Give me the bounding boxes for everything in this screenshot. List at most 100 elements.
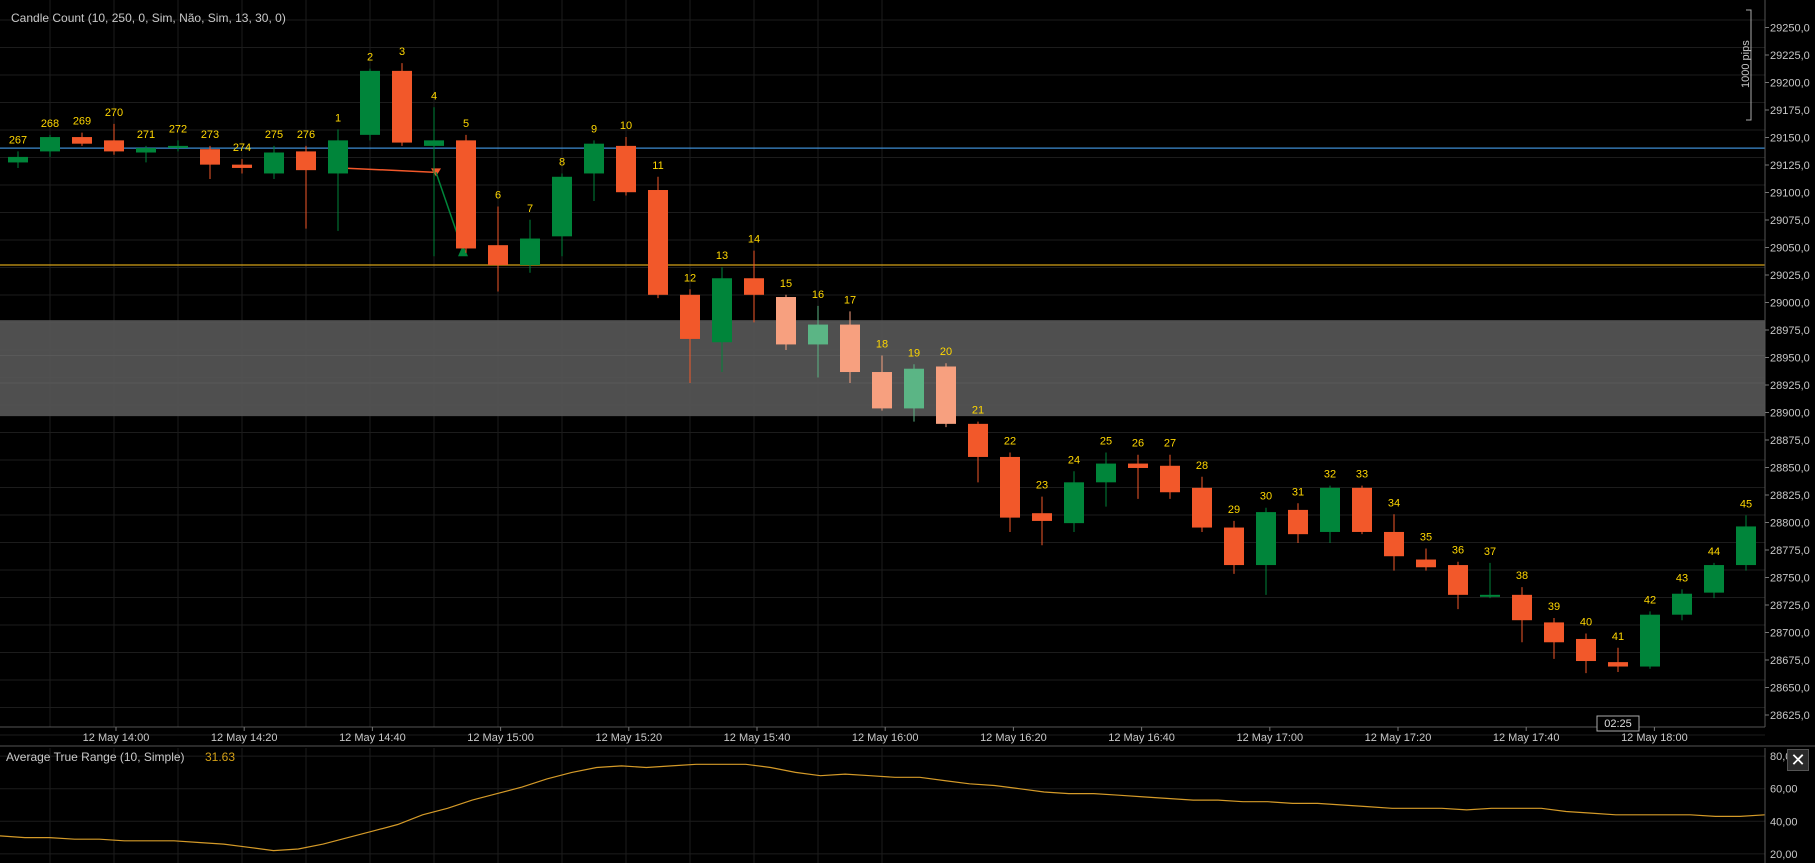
price-tick-label: 28875,0: [1770, 435, 1810, 447]
price-tick-label: 29075,0: [1770, 215, 1810, 227]
atr-grid: [0, 745, 1815, 863]
candle-body: [872, 372, 892, 409]
candle-count-label: 44: [1708, 546, 1720, 558]
candle-count-label: 271: [137, 129, 155, 141]
candle-body: [40, 137, 60, 152]
atr-label: Average True Range (10, Simple): [6, 750, 185, 764]
candle-count-label: 17: [844, 294, 856, 306]
price-tick-label: 28950,0: [1770, 353, 1810, 365]
candle-count-label: 37: [1484, 546, 1496, 558]
candle-count-label: 11: [652, 160, 663, 172]
candle-body: [1608, 662, 1628, 667]
candle-count-label: 270: [105, 107, 123, 119]
price-tick-label: 28675,0: [1770, 655, 1810, 667]
candle-body: [808, 324, 828, 345]
time-tick-label: 12 May 17:20: [1365, 732, 1432, 744]
candle-count-label: 42: [1644, 594, 1656, 606]
candle-body: [840, 324, 860, 373]
price-tick-label: 29050,0: [1770, 243, 1810, 255]
candle-body: [520, 238, 540, 266]
candle-count-label: 38: [1516, 570, 1528, 582]
price-tick-label: 28775,0: [1770, 545, 1810, 557]
time-axis[interactable]: 12 May 14:00 12 May 14:20 12 May 14:40 12 M…: [0, 726, 1765, 744]
atr-tick-label: 60,00: [1770, 784, 1798, 796]
candle-body: [1416, 559, 1436, 568]
time-tick-label: 12 May 15:00: [467, 732, 534, 744]
candle-body: [1000, 456, 1020, 518]
time-tick-label: 12 May 18:00: [1621, 732, 1688, 744]
candle-body: [328, 140, 348, 174]
price-tick-label: 28625,0: [1770, 710, 1810, 722]
candle-count-label: 24: [1068, 454, 1080, 466]
candle-count-label: 12: [684, 272, 696, 284]
price-tick-label: 28750,0: [1770, 573, 1810, 585]
price-tick-label: 28650,0: [1770, 683, 1810, 695]
candle-body: [232, 164, 252, 168]
candle-count-label: 43: [1676, 572, 1688, 584]
candle-count-label: 29: [1228, 504, 1240, 516]
candle-body: [296, 151, 316, 171]
candle-body: [1192, 487, 1212, 528]
candle-count-label: 27: [1164, 438, 1176, 450]
price-chart[interactable]: 267268 269270271 272 273274275 27612 3456789 1…: [0, 0, 1815, 863]
candle-count-label: 2: [367, 52, 373, 64]
candle-body: [1736, 526, 1756, 566]
candle-count-label: 21: [972, 405, 984, 417]
candle-count-label: 5: [463, 118, 469, 130]
price-tick-label: 29150,0: [1770, 133, 1810, 145]
candle-body: [1640, 614, 1660, 667]
candle-body: [552, 176, 572, 237]
time-tick-label: 12 May 16:40: [1108, 732, 1175, 744]
candle-body: [200, 149, 220, 165]
candle-body: [1576, 638, 1596, 662]
candle-count-label: 36: [1452, 545, 1464, 557]
atr-value: 31.63: [205, 750, 235, 764]
price-tick-label: 29000,0: [1770, 298, 1810, 310]
candle-count-label: 45: [1740, 498, 1752, 510]
candle-body: [744, 278, 764, 295]
candle-body: [136, 148, 156, 153]
candle-count-label: 41: [1612, 631, 1624, 643]
price-axis[interactable]: 29250,0 29225,0 29200,0 29175,0 29150,0 29125…: [1764, 0, 1810, 727]
candle-body: [168, 145, 188, 148]
candle-count-label: 33: [1356, 469, 1368, 481]
candle-count-label: 25: [1100, 436, 1112, 448]
candle-count-label: 16: [812, 289, 824, 301]
time-tick-label: 12 May 16:00: [852, 732, 919, 744]
candle-body: [584, 143, 604, 174]
svg-text:02:25: 02:25: [1604, 718, 1632, 730]
time-tick-label: 12 May 14:40: [339, 732, 406, 744]
close-icon[interactable]: ✕: [1787, 749, 1809, 771]
candle-body: [712, 278, 732, 343]
time-tick-label: 12 May 17:00: [1236, 732, 1303, 744]
candle-count-label: 276: [297, 129, 315, 141]
price-tick-label: 28700,0: [1770, 628, 1810, 640]
candle-body: [1320, 487, 1340, 532]
time-tick-label: 12 May 14:00: [83, 732, 150, 744]
candle-body: [1064, 482, 1084, 524]
candle-body: [1032, 513, 1052, 521]
atr-tick-label: 40,00: [1770, 816, 1798, 828]
candle-body: [1160, 465, 1180, 493]
candle-body: [264, 152, 284, 174]
candle-body: [616, 145, 636, 193]
candle-count-label: 35: [1420, 532, 1432, 544]
candle-body: [488, 245, 508, 266]
candle-count-label: 26: [1132, 438, 1144, 450]
candle-body: [936, 366, 956, 424]
price-tick-label: 29125,0: [1770, 160, 1810, 172]
candle-count-label: 268: [41, 118, 59, 130]
candle-count-label: 8: [559, 156, 565, 168]
atr-tick-label: 20,00: [1770, 849, 1798, 861]
candle-count-label: 275: [265, 129, 283, 141]
candle-body: [1352, 487, 1372, 532]
candle-count-label: 3: [399, 46, 405, 58]
price-tick-label: 28925,0: [1770, 380, 1810, 392]
candle-body: [680, 294, 700, 339]
candle-body: [1384, 531, 1404, 557]
candle-count-label: 7: [527, 203, 533, 215]
price-tick-label: 28725,0: [1770, 600, 1810, 612]
price-tick-label: 28850,0: [1770, 463, 1810, 475]
trend-arrow-drawing[interactable]: [336, 163, 468, 257]
price-tick-label: 29025,0: [1770, 270, 1810, 282]
